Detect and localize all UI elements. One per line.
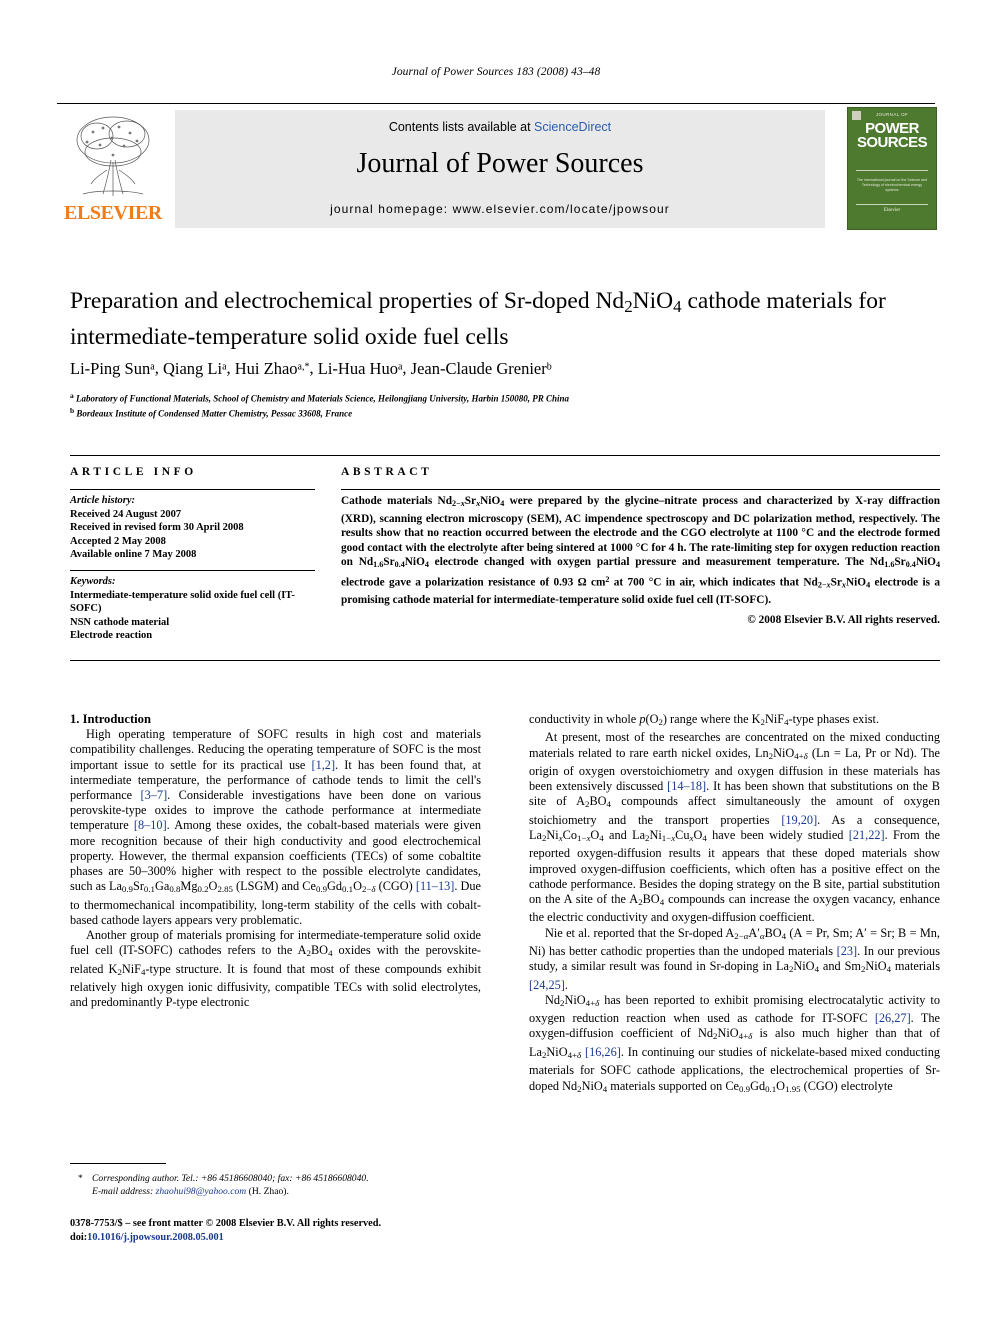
author-entry: Qiang Lia	[163, 359, 227, 378]
cover-blurb: The international journal on the Science…	[856, 178, 928, 192]
running-head: Journal of Power Sources 183 (2008) 43–4…	[391, 66, 601, 78]
abstract-rule	[341, 489, 940, 491]
affiliation-text: Laboratory of Functional Materials, Scho…	[76, 393, 569, 404]
issn-doi-footer: 0378-7753/$ – see front matter © 2008 El…	[70, 1217, 490, 1244]
author-list: Li-Ping Suna, Qiang Lia, Hui Zhaoa,*, Li…	[70, 358, 552, 378]
section-heading-introduction: 1. Introduction	[70, 712, 151, 726]
paragraph: Nie et al. reported that the Sr-doped A2…	[529, 925, 940, 992]
article-info-rule	[70, 489, 315, 491]
author-entry: Li-Hua Huoa	[318, 359, 403, 378]
footnote-marker: *	[78, 1173, 83, 1184]
affiliation-item: b Bordeaux Institute of Condensed Matter…	[70, 405, 940, 420]
citation-link[interactable]: [3–7]	[141, 788, 168, 802]
citation-link[interactable]: [1,2]	[311, 758, 335, 772]
contents-prefix: Contents lists available at	[388, 120, 535, 134]
email-link[interactable]: zhaohui98@yahoo.com	[156, 1186, 247, 1197]
citation-link[interactable]: [24,25]	[529, 978, 565, 992]
author-name: Hui Zhao	[234, 358, 298, 378]
article-title: Preparation and electrochemical properti…	[70, 288, 886, 351]
journal-title: Journal of Power Sources	[356, 148, 644, 179]
citation-link[interactable]: [14–18]	[667, 779, 706, 793]
abstract-copyright: © 2008 Elsevier B.V. All rights reserved…	[747, 613, 940, 626]
affiliation-text: Bordeaux Institute of Condensed Matter C…	[76, 408, 353, 419]
citation-link[interactable]: [11–13]	[416, 879, 454, 893]
paragraph: High operating temperature of SOFC resul…	[70, 727, 482, 927]
paragraph: Nd2NiO4+δ has been reported to exhibit p…	[529, 992, 941, 1094]
article-info-heading: ARTICLE INFO	[70, 466, 197, 478]
elsevier-logo: ELSEVIER	[61, 110, 165, 228]
article-history-label: Article history:	[70, 495, 136, 506]
email-suffix: (H. Zhao).	[248, 1185, 289, 1197]
author-entry: Hui Zhaoa,*	[235, 359, 310, 378]
journal-homepage-link[interactable]: journal homepage: www.elsevier.com/locat…	[175, 202, 825, 216]
cover-top-label: JOURNAL OF	[875, 112, 909, 117]
keyword-item: Electrode reaction	[70, 630, 153, 641]
corresponding-author-text: Corresponding author. Tel.: +86 45186608…	[92, 1173, 369, 1184]
affiliation-item: a Laboratory of Functional Materials, Sc…	[70, 390, 940, 405]
contents-available-line: Contents lists available at ScienceDirec…	[175, 120, 825, 134]
sciencedirect-link[interactable]: ScienceDirect	[534, 120, 611, 134]
keyword-item: NSN cathode material	[70, 616, 170, 628]
corresponding-author-footnote: * Corresponding author. Tel.: +86 451866…	[70, 1173, 481, 1198]
author-name: Li-Ping Sun	[70, 358, 151, 378]
cover-publisher: Elsevier	[883, 208, 901, 213]
article-history-item: Accepted 2 May 2008	[70, 535, 166, 547]
paper-page: Journal of Power Sources 183 (2008) 43–4…	[0, 0, 992, 1323]
email-label: E-mail address:	[92, 1185, 154, 1197]
author-affil-mark: a	[397, 361, 403, 372]
abstract-body: Cathode materials Nd2−xSrxNiO4 were prep…	[341, 494, 940, 628]
citation-link[interactable]: [19,20]	[781, 813, 817, 827]
title-block: Preparation and electrochemical properti…	[70, 286, 940, 353]
paragraph: At present, most of the researches are c…	[529, 730, 941, 925]
abstract-bottom-rule	[70, 660, 940, 662]
doi-link[interactable]: 10.1016/j.jpowsour.2008.05.001	[87, 1232, 224, 1243]
affiliation-list: a Laboratory of Functional Materials, Sc…	[70, 390, 940, 420]
footnote-body: Corresponding author. Tel.: +86 45186608…	[92, 1173, 481, 1198]
author-affil-mark: a	[222, 361, 227, 372]
citation-link[interactable]: [21,22]	[849, 828, 885, 842]
body-column-right: conductivity in whole p(O2) range where …	[529, 712, 940, 1097]
author-affil-mark: a	[150, 361, 155, 372]
article-history: Article history: Received 24 August 2007…	[70, 494, 320, 562]
elsevier-tree-icon	[67, 110, 159, 202]
author-name: Jean-Claude Grenier	[410, 358, 547, 378]
author-entry: Li-Ping Suna	[70, 359, 155, 378]
keywords-label: Keywords:	[70, 576, 116, 587]
journal-cover-thumbnail: JOURNAL OF POWER SOURCES The internation…	[847, 107, 937, 230]
issn-line: 0378-7753/$ – see front matter © 2008 El…	[70, 1218, 382, 1229]
doi-line: doi:10.1016/j.jpowsour.2008.05.001	[70, 1231, 490, 1245]
abstract-text: Cathode materials Nd2−xSrxNiO4 were prep…	[341, 495, 941, 607]
author-affil-mark: a,*	[297, 361, 310, 372]
affiliation-mark: a	[70, 391, 74, 400]
paragraph: conductivity in whole p(O2) range where …	[529, 712, 880, 728]
journal-band: Contents lists available at ScienceDirec…	[175, 110, 825, 228]
author-name: Li-Hua Huo	[317, 358, 398, 378]
doi-label: doi:	[70, 1231, 88, 1243]
author-affil-mark: b	[546, 361, 552, 372]
citation-link[interactable]: [23]	[837, 944, 858, 958]
keywords-block: Keywords: Intermediate-temperature solid…	[70, 575, 320, 643]
keyword-item: Intermediate-temperature solid oxide fue…	[70, 589, 295, 615]
elsevier-wordmark: ELSEVIER	[64, 202, 162, 224]
author-entry: Jean-Claude Grenierb	[411, 359, 552, 378]
citation-link[interactable]: [16,26]	[585, 1045, 621, 1059]
cover-title-line2: SOURCES	[857, 134, 928, 151]
cover-divider	[856, 170, 928, 171]
article-history-item: Received 24 August 2007	[70, 508, 182, 520]
cover-divider-lower	[856, 204, 928, 205]
footnote-rule	[70, 1163, 166, 1165]
paragraph: Another group of materials promising for…	[70, 928, 482, 1010]
citation-link[interactable]: [26,27]	[875, 1011, 911, 1025]
info-section-top-rule	[70, 455, 940, 456]
body-column-left: 1. Introduction High operating temperatu…	[70, 712, 481, 1010]
keywords-rule	[70, 570, 315, 572]
cover-title: POWER SOURCES	[854, 121, 930, 151]
abstract-heading: ABSTRACT	[341, 466, 433, 478]
article-history-item: Available online 7 May 2008	[70, 549, 197, 560]
author-name: Qiang Li	[162, 358, 223, 378]
journal-masthead: ELSEVIER Contents lists available at Sci…	[57, 103, 937, 231]
affiliation-mark: b	[70, 405, 75, 415]
citation-link[interactable]: [8–10]	[134, 818, 167, 832]
article-history-item: Received in revised form 30 April 2008	[70, 522, 244, 533]
